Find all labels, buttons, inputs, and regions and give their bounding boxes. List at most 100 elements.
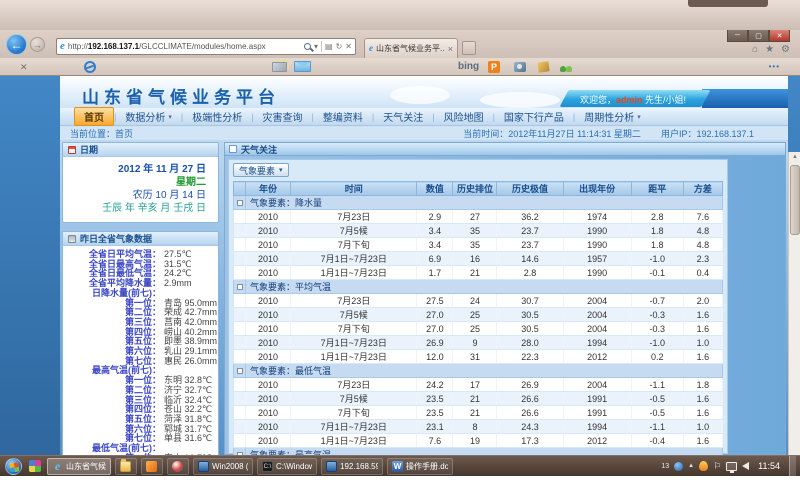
browser-toolbar: ← → e http://192.168.137.1/GLCCLIMATE/mo…: [0, 30, 800, 58]
browser-back-button[interactable]: ←: [6, 34, 27, 55]
scrollbar[interactable]: ▲ ▼: [788, 152, 800, 455]
table-cell: 27.0: [417, 308, 453, 322]
group-checkbox[interactable]: [237, 284, 243, 290]
p-app-icon[interactable]: P: [488, 61, 500, 73]
stop-icon[interactable]: ✕: [345, 42, 352, 51]
rdp-icon: [326, 461, 337, 472]
nav-item-2[interactable]: 数据分析▾: [116, 108, 181, 125]
taskbar-window-6[interactable]: C:\C:\Windows\s...: [257, 458, 317, 475]
nav-item-7[interactable]: 风险地图: [435, 108, 493, 125]
volume-icon[interactable]: [742, 462, 749, 470]
taskbar-window-1[interactable]: e山东省气候业务...: [47, 458, 111, 475]
nav-item-6[interactable]: 天气关注: [374, 108, 432, 125]
nav-item-9[interactable]: 周期性分析▾: [575, 108, 650, 125]
envelope-icon[interactable]: [294, 61, 311, 72]
minimize-button[interactable]: ─: [727, 30, 748, 42]
address-bar[interactable]: e http://192.168.137.1/GLCCLIMATE/module…: [56, 38, 356, 55]
hidden-icons-expander[interactable]: ▲: [688, 463, 694, 469]
table-cell: 24: [453, 294, 497, 308]
table-cell: 1.8: [631, 238, 683, 252]
table-cell: 1.6: [683, 322, 722, 336]
show-desktop-button[interactable]: [789, 456, 796, 477]
element-filter-button[interactable]: 气象要素 ▾: [233, 163, 289, 177]
page-content: 山东省气候业务平台 欢迎您，admin 先生/小姐! 首页|数据分析▾|极端性分…: [60, 76, 788, 455]
nav-item-1[interactable]: 首页: [74, 107, 114, 126]
group-checkbox[interactable]: [237, 368, 243, 374]
nav-item-label: 首页: [84, 109, 104, 124]
table-cell: 0.4: [683, 266, 722, 280]
table-cell: 7月1日~7月23日: [291, 420, 417, 434]
table-group-row: 气象要素：最高气温: [234, 448, 723, 456]
gear-icon[interactable]: ⚙: [781, 44, 790, 55]
table-cell: 2010: [246, 406, 291, 420]
table-cell: 24.2: [417, 378, 453, 392]
search-icon[interactable]: [304, 43, 311, 50]
home-icon[interactable]: ⌂: [752, 44, 758, 55]
table-row: 20107月23日2.92736.219742.87.6: [234, 210, 723, 224]
table-cell: 2010: [246, 420, 291, 434]
tools-icon[interactable]: [537, 61, 549, 72]
more-options-icon[interactable]: •••: [769, 62, 780, 71]
clock[interactable]: 11:54: [754, 461, 784, 471]
close-toolbar-icon[interactable]: ✕: [20, 62, 28, 73]
table-cell: 7月23日: [291, 294, 417, 308]
favorites-star-icon[interactable]: ★: [765, 44, 774, 55]
nav-item-5[interactable]: 整编资料: [314, 108, 372, 125]
browser-tab[interactable]: e 山东省气候业务平... ×: [364, 38, 458, 58]
table-row: 20107月1日~7月23日6.91614.61957-1.02.3: [234, 252, 723, 266]
blocked-icon: [84, 61, 96, 73]
table-cell: 26.9: [417, 336, 453, 350]
user-ip: 用户IP：192.168.137.1: [661, 127, 754, 140]
weather-data-panel: 昨日全省气象数据 全省日平均气温：27.5℃全省日最高气温：31.5℃全省日最低…: [62, 231, 219, 455]
compat-view-icon[interactable]: ▤: [325, 42, 333, 51]
table-cell: 2010: [246, 378, 291, 392]
group-label: 气象要素：降水量: [246, 196, 723, 210]
pinned-app-icon[interactable]: [29, 460, 41, 472]
taskbar-window-7[interactable]: 192.168.59.99...: [321, 458, 383, 475]
taskbar-window-3[interactable]: [141, 458, 163, 475]
nav-item-4[interactable]: 灾害查询: [254, 108, 312, 125]
table-row: 20107月23日27.52430.72004-0.72.0: [234, 294, 723, 308]
taskbar-window-8[interactable]: W操作手册.docx ...: [387, 458, 453, 475]
webcam-icon[interactable]: [514, 62, 526, 72]
flame-tray-icon[interactable]: [699, 461, 708, 471]
group-label: 气象要素：平均气温: [246, 280, 723, 294]
table-cell: 19: [453, 434, 497, 448]
nav-item-8[interactable]: 国家下行产品: [495, 108, 573, 125]
taskbar-window-2[interactable]: [115, 458, 137, 475]
action-center-flag-icon[interactable]: ⚐: [713, 461, 721, 471]
table-cell: 2010: [246, 336, 291, 350]
scroll-up-icon[interactable]: ▲: [790, 152, 800, 163]
nav-item-label: 周期性分析: [584, 109, 634, 124]
table-cell: 27: [453, 210, 497, 224]
network-icon[interactable]: [726, 462, 737, 471]
table-row: 20101月1日~7月23日1.7212.81990-0.10.4: [234, 266, 723, 280]
new-tab-button[interactable]: [462, 41, 476, 55]
cmd-icon: C:\: [262, 461, 273, 472]
table-cell: 2010: [246, 434, 291, 448]
tab-close-icon[interactable]: ×: [448, 44, 453, 54]
table-cell: 1994: [563, 420, 631, 434]
table-cell: 1.6: [683, 392, 722, 406]
search-dropdown-icon[interactable]: ▾: [314, 42, 318, 51]
browser-forward-button[interactable]: →: [30, 37, 45, 52]
sidebar: 日期 2012 年 11 月 27 日 星期二 农历 10 月 14 日 壬辰 …: [62, 142, 219, 455]
refresh-icon[interactable]: ↻: [336, 42, 343, 51]
taskbar-window-5[interactable]: Win2008 (VS2...: [193, 458, 253, 475]
people-icon[interactable]: [560, 62, 573, 72]
taskbar-window-4[interactable]: [167, 458, 189, 475]
cards-icon[interactable]: [272, 62, 287, 72]
close-button[interactable]: ✕: [769, 30, 790, 42]
start-button[interactable]: [5, 458, 22, 475]
table-cell: -1.1: [631, 420, 683, 434]
scrollbar-thumb[interactable]: [790, 165, 800, 235]
table-header-row: 年份时间数值历史排位历史极值出现年份距平方差: [234, 182, 723, 196]
maximize-button[interactable]: ▢: [748, 30, 769, 42]
bing-logo[interactable]: bing: [458, 61, 479, 72]
main-navigation: 首页|数据分析▾|极端性分析|灾害查询|整编资料|天气关注|风险地图|国家下行产…: [60, 108, 788, 126]
column-header: 时间: [291, 182, 417, 196]
tray-app-icon[interactable]: [674, 462, 683, 471]
group-checkbox[interactable]: [237, 200, 243, 206]
nav-item-3[interactable]: 极端性分析: [183, 108, 251, 125]
table-cell: 1月1日~7月23日: [291, 266, 417, 280]
